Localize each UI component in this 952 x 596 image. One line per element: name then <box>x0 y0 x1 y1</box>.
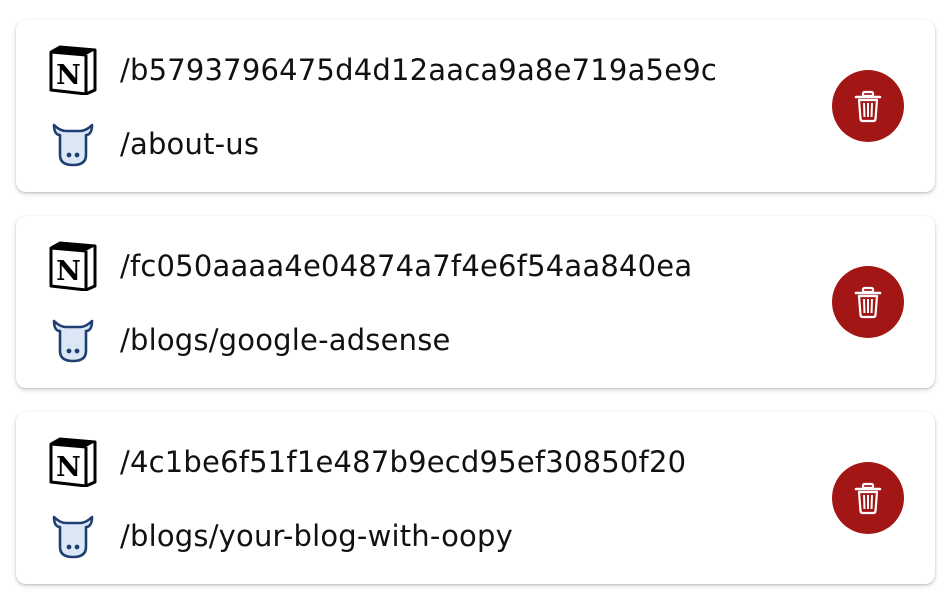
oopy-path: /blogs/your-blog-with-oopy <box>120 519 513 553</box>
notion-path-row: N /4c1be6f51f1e487b9ecd95ef30850f20 <box>48 436 686 488</box>
oopy-path-row: /about-us <box>48 118 259 170</box>
oopy-path: /blogs/google-adsense <box>120 323 451 357</box>
url-mapping-list: N /b5793796475d4d12aaca9a8e719a5e9c /abo… <box>0 0 952 596</box>
oopy-path-row: /blogs/google-adsense <box>48 314 451 366</box>
notion-path: /b5793796475d4d12aaca9a8e719a5e9c <box>120 53 718 87</box>
notion-path-row: N /b5793796475d4d12aaca9a8e719a5e9c <box>48 44 717 96</box>
notion-path-row: N /fc050aaaa4e04874a7f4e6f54aa840ea <box>48 240 692 292</box>
trash-icon <box>854 286 882 319</box>
trash-icon <box>854 482 882 515</box>
oopy-path: /about-us <box>120 127 260 161</box>
notion-logo-icon: N <box>48 437 98 487</box>
oopy-logo-icon <box>48 119 98 169</box>
oopy-logo-icon <box>48 511 98 561</box>
oopy-path-row: /blogs/your-blog-with-oopy <box>48 510 513 562</box>
svg-text:N: N <box>56 256 81 287</box>
svg-text:N: N <box>56 452 81 483</box>
notion-path: /4c1be6f51f1e487b9ecd95ef30850f20 <box>120 445 687 479</box>
mapping-card: N /fc050aaaa4e04874a7f4e6f54aa840ea /blo… <box>16 216 935 388</box>
delete-button[interactable] <box>832 266 904 338</box>
svg-text:N: N <box>56 60 81 91</box>
notion-logo-icon: N <box>48 45 98 95</box>
delete-button[interactable] <box>832 462 904 534</box>
notion-path: /fc050aaaa4e04874a7f4e6f54aa840ea <box>120 249 693 283</box>
oopy-logo-icon <box>48 315 98 365</box>
delete-button[interactable] <box>832 70 904 142</box>
mapping-card: N /4c1be6f51f1e487b9ecd95ef30850f20 /blo… <box>16 412 935 584</box>
trash-icon <box>854 90 882 123</box>
notion-logo-icon: N <box>48 241 98 291</box>
mapping-card: N /b5793796475d4d12aaca9a8e719a5e9c /abo… <box>16 20 935 192</box>
